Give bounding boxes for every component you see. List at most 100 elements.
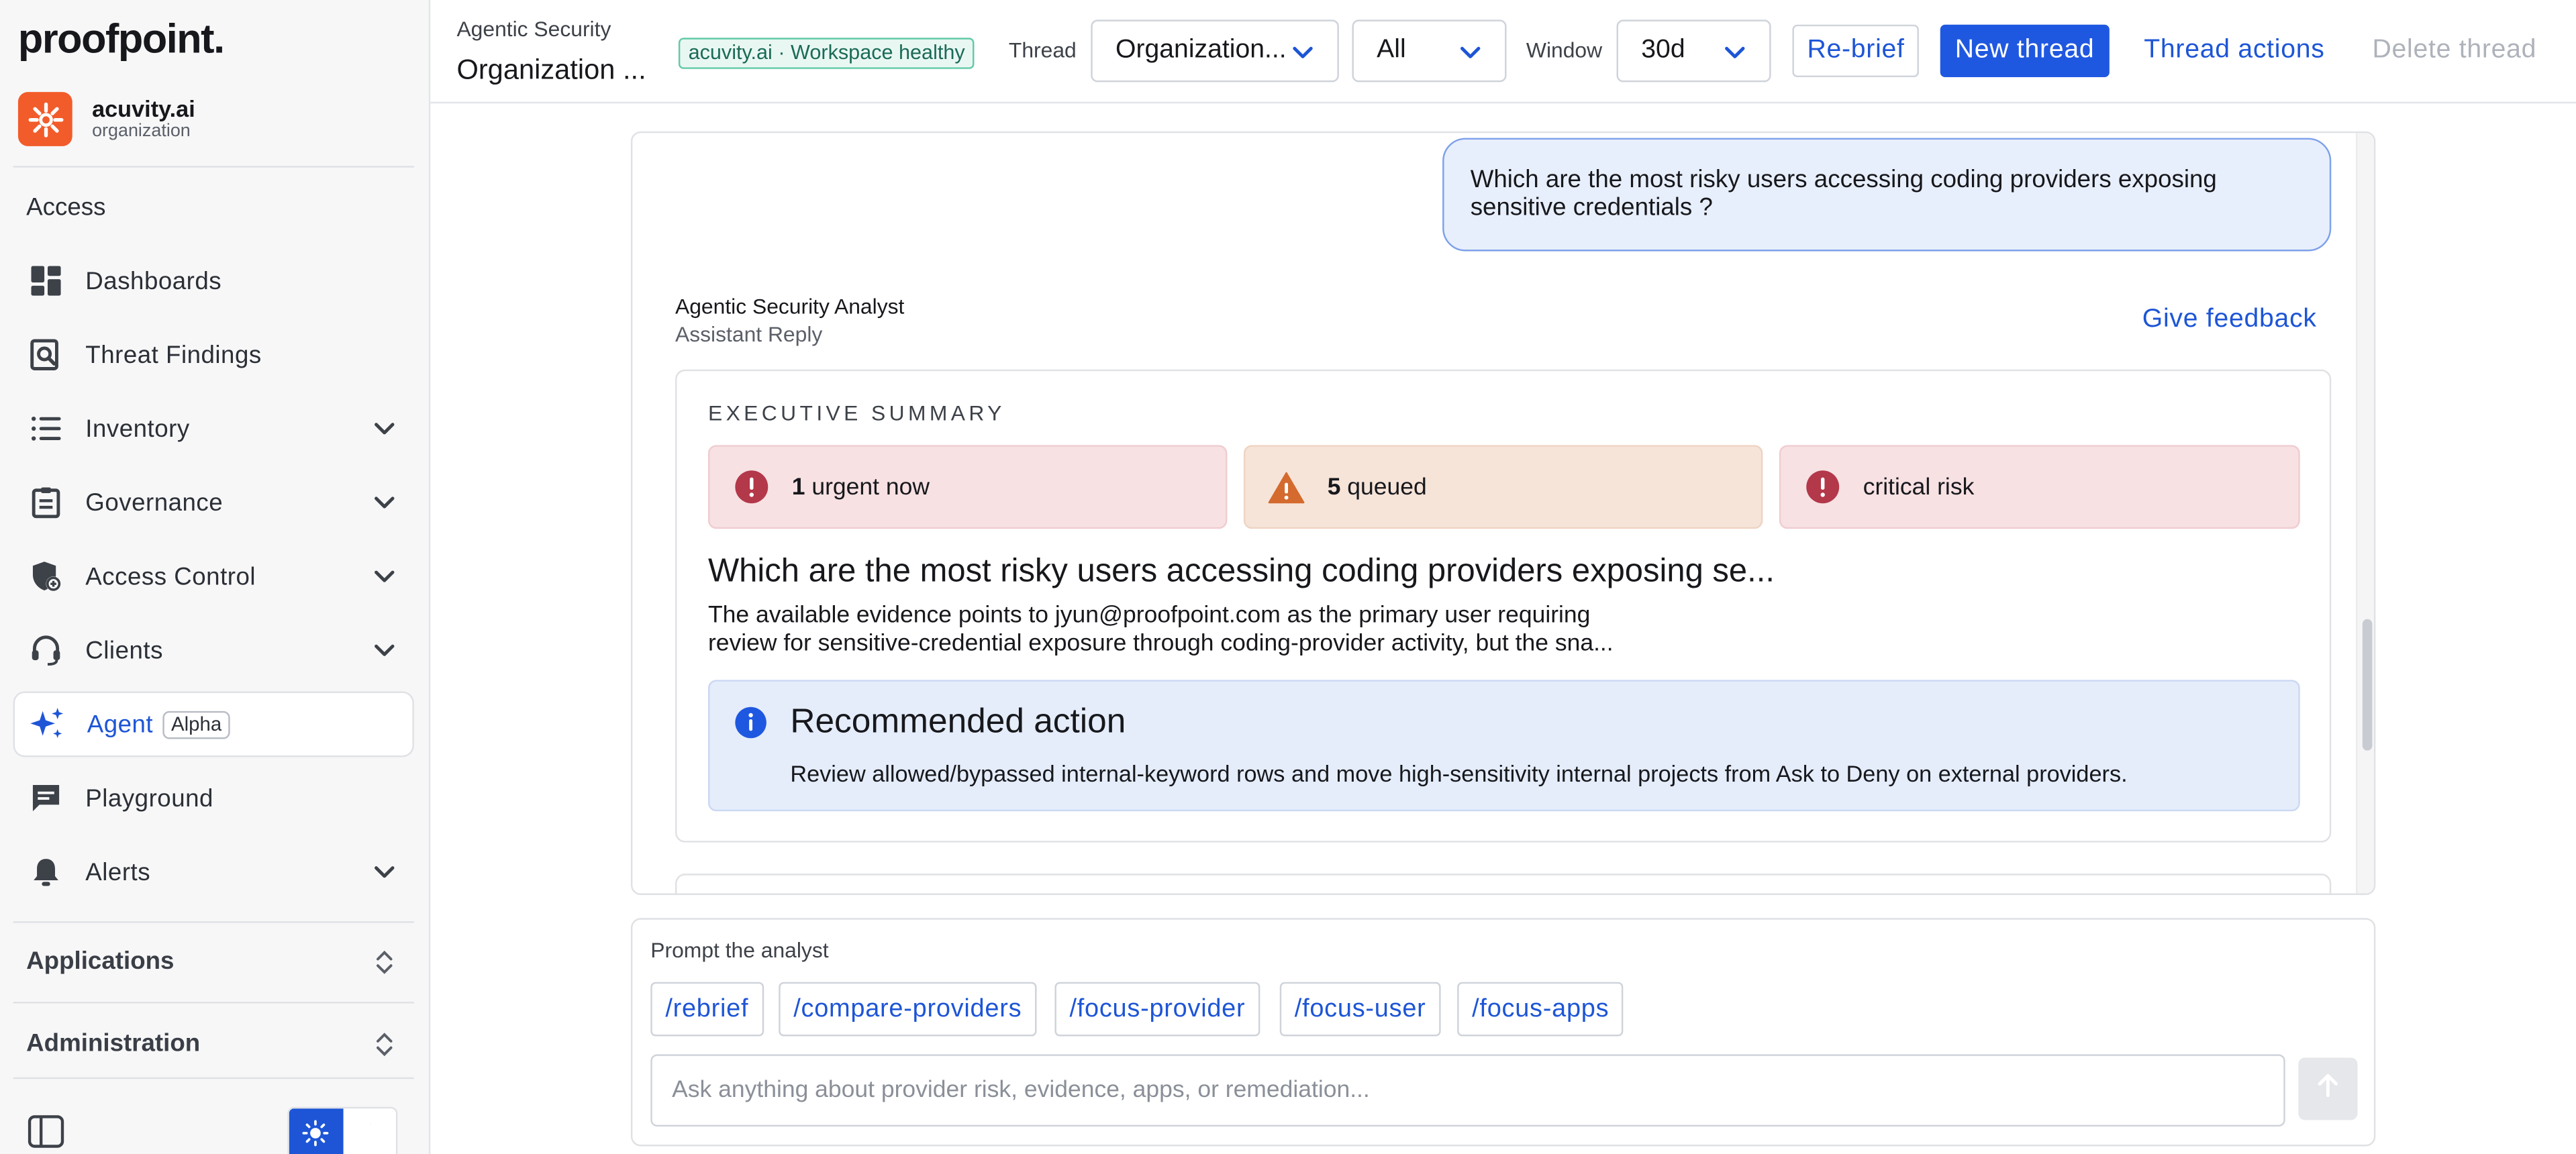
summary-title: Which are the most risky users accessing…: [707, 553, 1775, 590]
filter-select-value: All: [1377, 36, 1406, 64]
sidebar-collapse-icon[interactable]: [28, 1115, 64, 1154]
page-title: Organization ...: [456, 54, 646, 86]
give-feedback-link[interactable]: Give feedback: [2142, 305, 2317, 335]
org-switcher[interactable]: acuvity.ai organization: [17, 92, 195, 146]
org-name: acuvity.ai: [92, 95, 195, 122]
critical-risk-chip: critical risk: [1779, 445, 2300, 529]
acuvity-logo-icon: [17, 92, 72, 146]
sidebar-item-label: Clients: [85, 636, 163, 665]
headset-icon: [28, 632, 64, 668]
expand-collapse-icon[interactable]: [373, 1028, 396, 1069]
command-compare-providers-button[interactable]: /compare-providers: [779, 982, 1037, 1037]
sidebar-item-clients[interactable]: Clients: [13, 617, 414, 683]
sidebar-item-agent[interactable]: Agent Alpha: [13, 691, 414, 757]
window-select[interactable]: 30d: [1616, 19, 1771, 83]
sidebar-item-label: Governance: [85, 488, 224, 517]
user-message-bubble: Which are the most risky users accessing…: [1442, 138, 2332, 252]
command-focus-user-button[interactable]: /focus-user: [1279, 982, 1441, 1037]
alpha-badge: Alpha: [162, 710, 230, 739]
sidebar-item-access-control[interactable]: Access Control: [13, 543, 414, 609]
thread-actions-button[interactable]: Thread actions: [2144, 36, 2324, 66]
thread-scrollbar-thumb[interactable]: [2362, 619, 2373, 751]
thread-select[interactable]: Organization...: [1091, 19, 1339, 83]
chevron-down-icon: [371, 564, 397, 598]
prompt-panel: Prompt the analyst /rebrief /compare-pro…: [630, 918, 2376, 1147]
applications-section-toggle[interactable]: Applications: [26, 947, 174, 976]
light-mode-sun-icon[interactable]: [289, 1108, 343, 1154]
rebrief-button[interactable]: Re-brief: [1792, 24, 1920, 78]
queued-label: queued: [1347, 474, 1427, 501]
threat-findings-icon: [28, 337, 64, 373]
sidebar-item-playground[interactable]: Playground: [13, 766, 414, 831]
chevron-down-icon: [1724, 41, 1746, 72]
chat-icon: [28, 780, 64, 817]
chevron-down-icon: [371, 489, 397, 523]
sidebar-item-threat-findings[interactable]: Threat Findings: [13, 322, 414, 388]
executive-summary-heading: EXECUTIVE SUMMARY: [707, 401, 1005, 425]
queued-chip: 5 queued: [1243, 445, 1763, 529]
recommended-action-text: Review allowed/bypassed internal-keyword…: [790, 760, 2128, 787]
urgent-count: 1: [791, 474, 805, 501]
prompt-label: Prompt the analyst: [650, 937, 829, 963]
urgent-label: urgent now: [811, 474, 930, 501]
thread-select-value: Organization...: [1115, 36, 1287, 64]
sidebar-item-label: Alerts: [85, 857, 151, 886]
chevron-down-icon: [371, 637, 397, 672]
sidebar-item-governance[interactable]: Governance: [13, 470, 414, 535]
info-icon: [734, 706, 767, 747]
command-focus-apps-button[interactable]: /focus-apps: [1457, 982, 1624, 1037]
dark-mode-moon-icon[interactable]: [342, 1108, 396, 1154]
chevron-down-icon: [371, 859, 397, 893]
urgent-now-chip: 1 urgent now: [707, 445, 1228, 529]
sidebar-item-label: Access Control: [85, 562, 256, 590]
delete-thread-button[interactable]: Delete thread: [2372, 36, 2536, 66]
window-select-value: 30d: [1641, 36, 1685, 64]
next-reply-card: [675, 874, 2332, 894]
thread-scrollbar[interactable]: [2356, 133, 2374, 894]
theme-toggle[interactable]: [287, 1106, 398, 1154]
reply-type: Assistant Reply: [675, 321, 823, 347]
sidebar-divider: [13, 1077, 414, 1080]
queued-count: 5: [1327, 474, 1341, 501]
send-button[interactable]: [2298, 1057, 2358, 1120]
workspace-health-badge: acuvity.ai · Workspace healthy: [678, 38, 975, 69]
reply-author: Agentic Security Analyst: [675, 294, 905, 319]
expand-collapse-icon[interactable]: [373, 946, 396, 987]
warning-triangle-icon: [1268, 469, 1305, 505]
sidebar: proofpoint. acuvity.ai organization Acce…: [0, 0, 431, 1154]
sidebar-item-label: Inventory: [85, 415, 190, 443]
conversation-thread: Which are the most risky users accessing…: [630, 131, 2376, 895]
command-rebrief-button[interactable]: /rebrief: [650, 982, 764, 1037]
critical-risk-label: critical risk: [1863, 474, 1975, 501]
chevron-down-icon: [371, 415, 397, 450]
sidebar-item-alerts[interactable]: Alerts: [13, 839, 414, 905]
thread-label: Thread: [1008, 38, 1077, 63]
sidebar-item-label: Playground: [85, 784, 213, 812]
chevron-down-icon: [1459, 41, 1482, 72]
access-section-heading: Access: [26, 193, 106, 222]
ask-analyst-input[interactable]: [650, 1054, 2285, 1127]
new-thread-button[interactable]: New thread: [1940, 24, 2110, 78]
page-overline: Agentic Security: [456, 16, 611, 42]
clipboard-icon: [28, 484, 64, 521]
sidebar-item-dashboards[interactable]: Dashboards: [13, 248, 414, 314]
sidebar-divider: [13, 921, 414, 923]
administration-section-toggle[interactable]: Administration: [26, 1030, 200, 1058]
recommended-action-title: Recommended action: [790, 702, 1126, 741]
summary-body: The available evidence points to jyun@pr…: [708, 602, 1710, 658]
bell-icon: [28, 854, 64, 890]
alert-circle-icon: [733, 469, 769, 505]
filter-select[interactable]: All: [1352, 19, 1507, 83]
proofpoint-logo[interactable]: proofpoint.: [18, 16, 225, 64]
sidebar-divider: [13, 1002, 414, 1004]
org-role: organization: [92, 121, 191, 142]
shield-icon: [28, 558, 64, 594]
list-icon: [28, 411, 64, 447]
window-label: Window: [1526, 38, 1603, 63]
summary-body-line: The available evidence points to jyun@pr…: [707, 602, 1591, 629]
chevron-down-icon: [1291, 41, 1314, 72]
sparkle-icon: [30, 706, 66, 743]
sidebar-item-inventory[interactable]: Inventory: [13, 396, 414, 462]
command-focus-provider-button[interactable]: /focus-provider: [1054, 982, 1260, 1037]
sidebar-divider: [13, 166, 414, 168]
